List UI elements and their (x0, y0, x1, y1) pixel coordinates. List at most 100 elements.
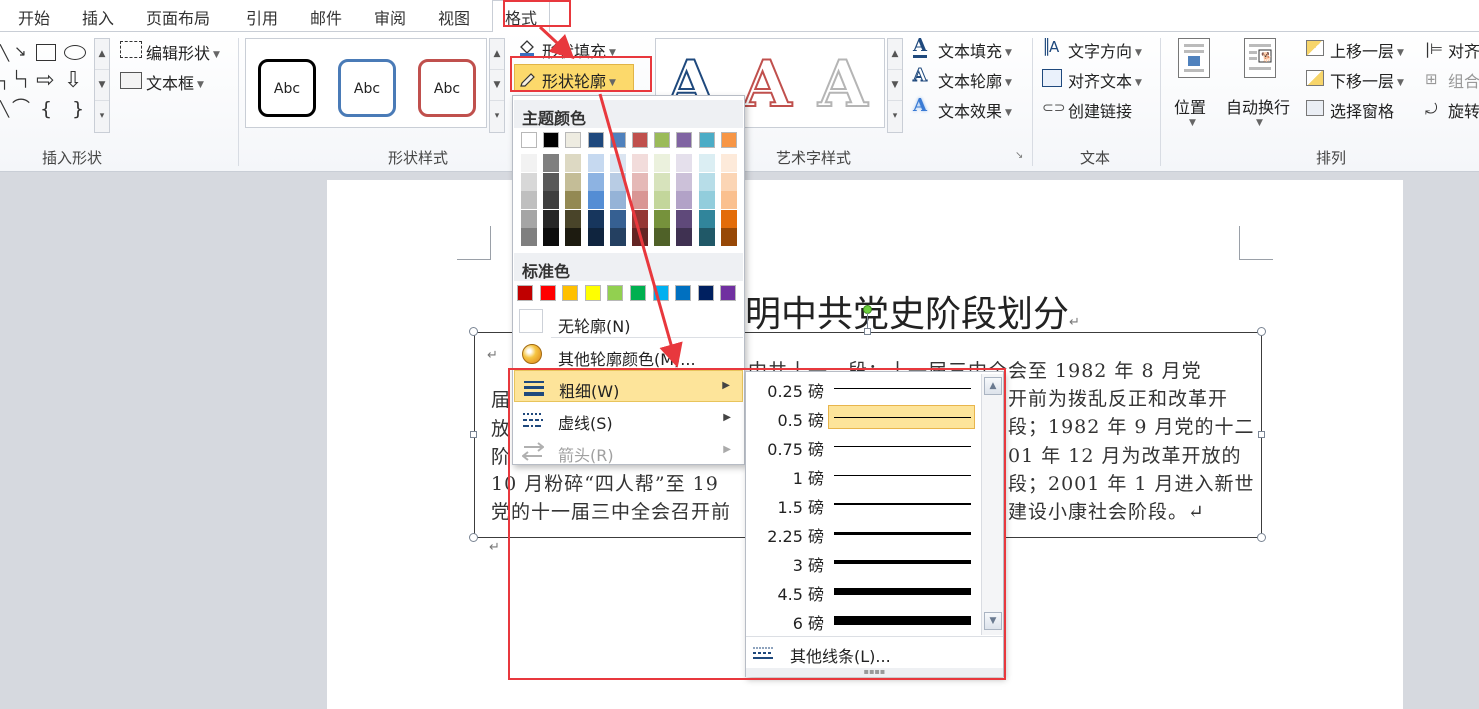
document-title[interactable]: 明中共党史阶段划分↵ (745, 285, 1080, 337)
theme-color-swatch[interactable] (543, 132, 560, 148)
text-direction-button[interactable]: 文字方向 ▼ (1068, 38, 1142, 62)
resize-handle[interactable] (1257, 327, 1266, 336)
more-outline-colors-item[interactable]: 其他轮廓颜色(M)... (514, 339, 743, 371)
arc-shape-icon[interactable]: ⌒ (12, 100, 30, 118)
right-brace-shape-icon[interactable]: } (72, 100, 84, 119)
tab-mailings[interactable]: 邮件 (310, 5, 342, 29)
wordart-style-outline-red[interactable]: A (741, 52, 793, 118)
edit-shape-button[interactable]: 编辑形状 ▼ (146, 40, 220, 64)
rotate-button[interactable]: 旋转 (1448, 98, 1479, 122)
connector-shape-icon[interactable]: ┐ (0, 74, 9, 89)
theme-shade-swatch[interactable] (698, 154, 715, 172)
standard-color-swatch[interactable] (517, 285, 533, 301)
standard-color-swatch[interactable] (630, 285, 646, 301)
elbow-connector-shape-icon[interactable]: └┐ (12, 72, 30, 87)
theme-shade-swatch[interactable] (676, 209, 693, 228)
tab-references[interactable]: 引用 (246, 5, 278, 29)
standard-color-swatch[interactable] (539, 285, 556, 301)
theme-shade-swatch[interactable] (543, 191, 560, 210)
scroll-down-icon[interactable]: ▼ (95, 70, 109, 101)
tab-page-layout[interactable]: 页面布局 (146, 5, 210, 29)
theme-shade-swatch[interactable] (676, 228, 693, 247)
shape-style-blue[interactable]: Abc (338, 59, 396, 117)
wordart-style-outline-gray[interactable]: A (817, 52, 869, 118)
scroll-up-icon[interactable]: ▲ (490, 39, 504, 70)
tab-view[interactable]: 视图 (438, 5, 470, 29)
theme-shade-swatch[interactable] (698, 172, 715, 191)
theme-color-swatch[interactable] (698, 132, 715, 148)
theme-shade-swatch[interactable] (543, 154, 560, 172)
oval-shape-icon[interactable] (64, 45, 86, 60)
scroll-up-icon[interactable]: ▲ (888, 39, 902, 70)
theme-shade-swatch[interactable] (565, 209, 582, 228)
line-shape-icon[interactable]: ╲ (0, 46, 9, 61)
shape-styles-gallery-scroll[interactable]: ▲ ▼ ▾ (489, 38, 505, 133)
tab-insert[interactable]: 插入 (82, 5, 114, 29)
resize-handle[interactable] (864, 328, 871, 335)
theme-color-swatch[interactable] (609, 132, 626, 148)
theme-shade-swatch[interactable] (698, 209, 715, 228)
theme-shade-swatch[interactable] (587, 228, 604, 247)
theme-shade-swatch[interactable] (654, 228, 671, 247)
theme-shade-swatch[interactable] (720, 154, 737, 172)
gallery-more-icon[interactable]: ▾ (888, 101, 902, 132)
resize-handle[interactable] (470, 431, 477, 438)
theme-shade-swatch[interactable] (632, 209, 648, 228)
shape-style-black[interactable]: Abc (258, 59, 316, 117)
theme-shade-swatch[interactable] (676, 172, 693, 191)
scroll-down-icon[interactable]: ▼ (888, 70, 902, 101)
theme-shade-swatch[interactable] (632, 228, 648, 247)
wordart-gallery-scroll[interactable]: ▲ ▼ ▾ (887, 38, 903, 133)
theme-shade-swatch[interactable] (587, 172, 604, 191)
standard-color-swatch[interactable] (720, 285, 737, 301)
resize-handle[interactable] (1258, 431, 1265, 438)
theme-shade-swatch[interactable] (632, 191, 648, 210)
left-brace-shape-icon[interactable]: { (40, 100, 52, 119)
theme-shade-swatch[interactable] (698, 191, 715, 210)
gallery-more-icon[interactable]: ▾ (490, 101, 504, 132)
theme-shade-swatch[interactable] (521, 209, 537, 228)
resize-handle[interactable] (469, 327, 478, 336)
position-button[interactable]: 位置 ▼ (1172, 38, 1218, 136)
align-button[interactable]: 对齐 (1448, 38, 1479, 62)
theme-shade-swatch[interactable] (609, 209, 626, 228)
standard-color-swatch[interactable] (652, 285, 669, 301)
arrow-line-shape-icon[interactable]: ↘ (14, 44, 27, 59)
create-link-button[interactable]: 创建链接 (1068, 98, 1132, 122)
rectangle-shape-icon[interactable] (36, 44, 56, 61)
theme-shade-swatch[interactable] (609, 172, 626, 191)
text-effects-button[interactable]: 文本效果 ▼ (938, 98, 1012, 122)
theme-shade-swatch[interactable] (587, 209, 604, 228)
text-outline-button[interactable]: 文本轮廓 ▼ (938, 68, 1012, 92)
theme-shade-swatch[interactable] (543, 172, 560, 191)
theme-shade-swatch[interactable] (543, 228, 560, 247)
theme-shade-swatch[interactable] (565, 172, 582, 191)
no-outline-item[interactable]: 无轮廓(N) (514, 306, 743, 338)
shape-style-red[interactable]: Abc (418, 59, 476, 117)
theme-shade-swatch[interactable] (676, 154, 693, 172)
text-fill-button[interactable]: 文本填充 ▼ (938, 38, 1012, 62)
resize-handle[interactable] (1257, 533, 1266, 542)
curve-shape-icon[interactable]: ╲ (0, 102, 9, 117)
theme-shade-swatch[interactable] (654, 172, 671, 191)
theme-shade-swatch[interactable] (720, 191, 737, 210)
theme-shade-swatch[interactable] (698, 228, 715, 247)
theme-shade-swatch[interactable] (609, 228, 626, 247)
theme-shade-swatch[interactable] (609, 154, 626, 172)
resize-handle[interactable] (469, 533, 478, 542)
standard-color-swatch[interactable] (697, 285, 714, 301)
right-arrow-shape-icon[interactable]: ⇨ (36, 70, 54, 92)
text-box-button[interactable]: 文本框 ▼ (146, 70, 204, 94)
theme-shade-swatch[interactable] (609, 191, 626, 210)
theme-shade-swatch[interactable] (521, 154, 537, 172)
standard-color-swatch[interactable] (675, 285, 692, 301)
theme-shade-swatch[interactable] (587, 154, 604, 172)
gallery-more-icon[interactable]: ▾ (95, 101, 109, 132)
theme-color-swatch[interactable] (521, 132, 537, 148)
bring-forward-button[interactable]: 上移一层 ▼ (1330, 38, 1404, 62)
shapes-gallery-scroll[interactable]: ▲ ▼ ▾ (94, 38, 110, 133)
theme-color-swatch[interactable] (676, 132, 693, 148)
theme-shade-swatch[interactable] (654, 191, 671, 210)
theme-color-swatch[interactable] (720, 132, 737, 148)
wrap-text-button[interactable]: 🐕 自动换行 ▼ (1226, 38, 1300, 136)
